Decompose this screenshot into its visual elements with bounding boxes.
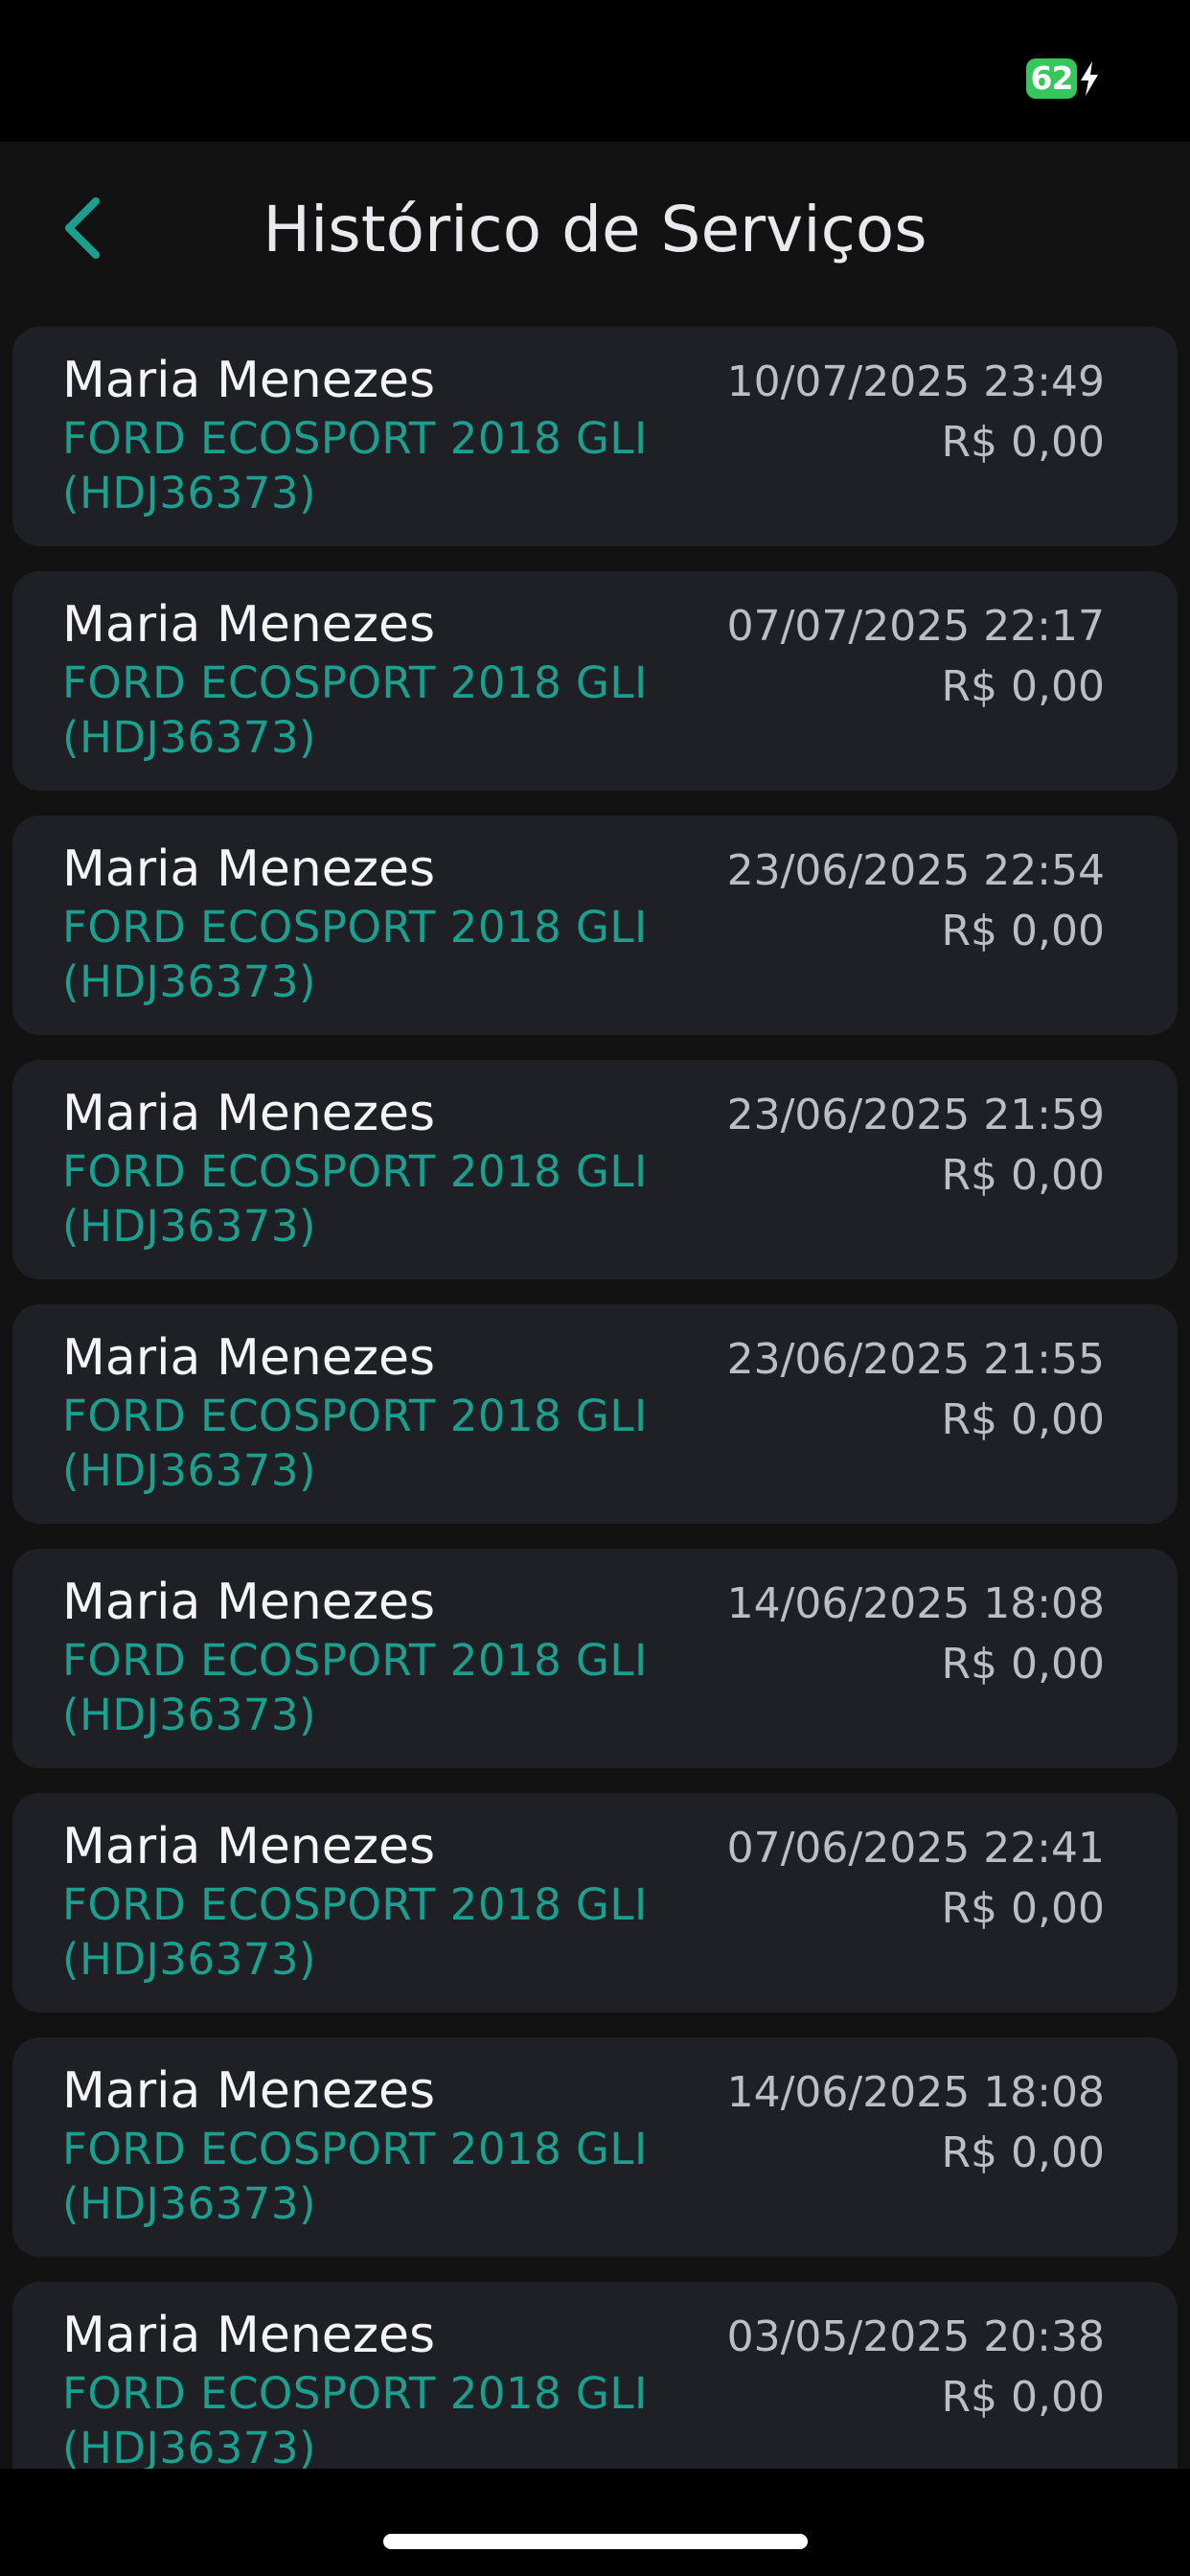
battery-level: 62	[1030, 59, 1074, 97]
service-date: 14/06/2025 18:08	[726, 1579, 1105, 1628]
service-price: R$ 0,00	[941, 2128, 1105, 2177]
client-name: Maria Menezes	[62, 1574, 436, 1631]
service-card[interactable]: Maria Menezes FORD ECOSPORT 2018 GLI (HD…	[12, 2037, 1178, 2257]
vehicle-info: FORD ECOSPORT 2018 GLI (HDJ36373)	[62, 1879, 648, 1985]
service-date: 23/06/2025 21:55	[726, 1335, 1105, 1384]
vehicle-info: FORD ECOSPORT 2018 GLI (HDJ36373)	[62, 413, 648, 518]
vehicle-info: FORD ECOSPORT 2018 GLI (HDJ36373)	[62, 2124, 648, 2229]
service-card[interactable]: Maria Menezes FORD ECOSPORT 2018 GLI (HD…	[12, 1549, 1178, 1768]
service-card[interactable]: Maria Menezes FORD ECOSPORT 2018 GLI (HD…	[12, 571, 1178, 791]
service-price: R$ 0,00	[941, 1395, 1105, 1444]
client-name: Maria Menezes	[62, 596, 436, 654]
service-price: R$ 0,00	[941, 907, 1105, 955]
service-price: R$ 0,00	[941, 1151, 1105, 1200]
service-card[interactable]: Maria Menezes FORD ECOSPORT 2018 GLI (HD…	[12, 2282, 1178, 2469]
service-card[interactable]: Maria Menezes FORD ECOSPORT 2018 GLI (HD…	[12, 1793, 1178, 2012]
service-price: R$ 0,00	[941, 2373, 1105, 2422]
service-history-list[interactable]: Maria Menezes FORD ECOSPORT 2018 GLI (HD…	[12, 327, 1178, 2469]
service-date: 23/06/2025 22:54	[726, 846, 1105, 895]
service-date: 07/06/2025 22:41	[726, 1824, 1105, 1873]
service-price: R$ 0,00	[941, 662, 1105, 711]
client-name: Maria Menezes	[62, 840, 436, 898]
client-name: Maria Menezes	[62, 352, 436, 409]
vehicle-info: FORD ECOSPORT 2018 GLI (HDJ36373)	[62, 1146, 648, 1252]
home-indicator[interactable]	[383, 2534, 808, 2549]
vehicle-info: FORD ECOSPORT 2018 GLI (HDJ36373)	[62, 657, 648, 763]
service-price: R$ 0,00	[941, 418, 1105, 467]
service-date: 10/07/2025 23:49	[726, 357, 1105, 406]
vehicle-info: FORD ECOSPORT 2018 GLI (HDJ36373)	[62, 1635, 648, 1740]
service-price: R$ 0,00	[941, 1640, 1105, 1689]
home-indicator-area	[0, 2469, 1190, 2576]
page-title: Histórico de Serviços	[263, 193, 927, 266]
client-name: Maria Menezes	[62, 1818, 436, 1875]
service-price: R$ 0,00	[941, 1884, 1105, 1933]
client-name: Maria Menezes	[62, 2062, 436, 2120]
vehicle-info: FORD ECOSPORT 2018 GLI (HDJ36373)	[62, 902, 648, 1007]
vehicle-info: FORD ECOSPORT 2018 GLI (HDJ36373)	[62, 1391, 648, 1496]
service-date: 07/07/2025 22:17	[726, 602, 1105, 651]
header: Histórico de Serviços	[0, 142, 1190, 324]
service-date: 03/05/2025 20:38	[726, 2312, 1105, 2361]
service-date: 14/06/2025 18:08	[726, 2068, 1105, 2117]
service-date: 23/06/2025 21:59	[726, 1091, 1105, 1139]
client-name: Maria Menezes	[62, 1085, 436, 1142]
service-history-screen: Histórico de Serviços Maria Menezes FORD…	[0, 142, 1190, 2469]
status-bar: 62	[0, 0, 1190, 142]
client-name: Maria Menezes	[62, 1329, 436, 1387]
battery-indicator: 62	[1026, 58, 1077, 99]
service-card[interactable]: Maria Menezes FORD ECOSPORT 2018 GLI (HD…	[12, 816, 1178, 1035]
vehicle-info: FORD ECOSPORT 2018 GLI (HDJ36373)	[62, 2368, 648, 2469]
service-card[interactable]: Maria Menezes FORD ECOSPORT 2018 GLI (HD…	[12, 1060, 1178, 1279]
service-card[interactable]: Maria Menezes FORD ECOSPORT 2018 GLI (HD…	[12, 327, 1178, 546]
client-name: Maria Menezes	[62, 2307, 436, 2364]
charging-bolt-icon	[1081, 61, 1098, 96]
service-card[interactable]: Maria Menezes FORD ECOSPORT 2018 GLI (HD…	[12, 1304, 1178, 1524]
